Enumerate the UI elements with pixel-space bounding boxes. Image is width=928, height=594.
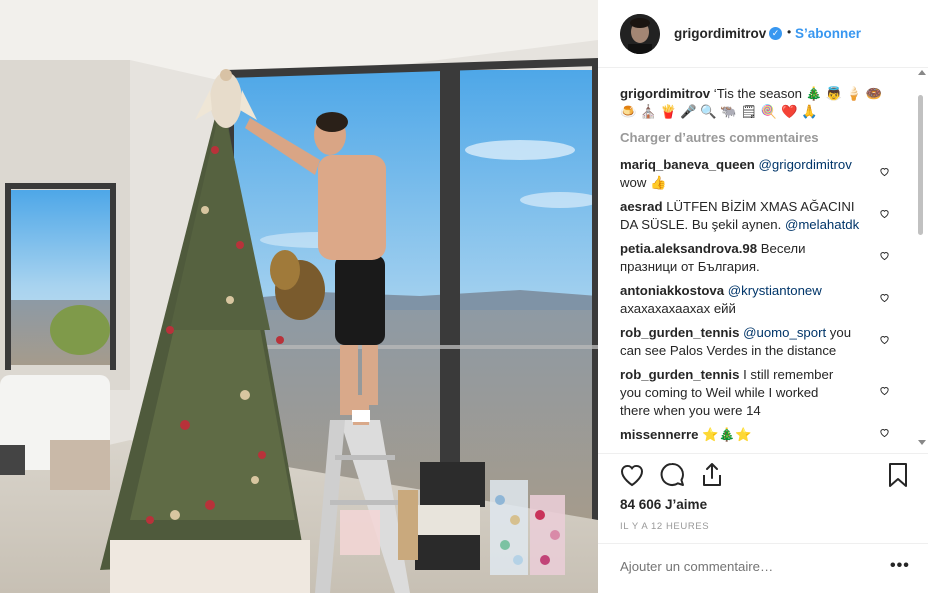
like-comment-heart-icon[interactable] [879, 427, 890, 438]
comment-input[interactable] [620, 559, 860, 574]
like-comment-heart-icon[interactable] [879, 334, 890, 345]
comment: mariq_baneva_queen @grigordimitrov wow 👍 [620, 156, 885, 192]
comment-text: wow 👍 [620, 175, 667, 190]
comment-mention[interactable]: @krystiantonew [728, 283, 822, 298]
like-comment-heart-icon[interactable] [879, 208, 890, 219]
comment-text: I still remember [743, 367, 834, 382]
header-username[interactable]: grigordimitrov [674, 26, 766, 41]
comment-icon[interactable] [658, 461, 686, 489]
post-photo[interactable] [0, 0, 598, 593]
comment-username[interactable]: rob_gurden_tennis [620, 325, 739, 340]
header-separator-dot: • [787, 25, 792, 39]
like-comment-heart-icon[interactable] [879, 166, 890, 177]
caption-username[interactable]: grigordimitrov [620, 86, 710, 101]
more-options-icon[interactable]: ••• [890, 557, 910, 575]
like-count[interactable]: 84 606 J’aime [620, 497, 707, 512]
like-comment-heart-icon[interactable] [879, 385, 890, 396]
comment: petia.aleksandrova.98 Весели празници от… [620, 240, 885, 276]
comment-mention[interactable]: @melahatdk [785, 217, 859, 232]
comment: antoniakkostova @krystiantonew ахахахаха… [620, 282, 885, 318]
load-more-comments-button[interactable]: Charger d’autres commentaires [620, 130, 819, 145]
comment-username[interactable]: missennerre [620, 427, 698, 442]
follow-button[interactable]: S’abonner [795, 26, 861, 41]
comment-username[interactable]: aesrad [620, 199, 663, 214]
comment-text: DA SÜSLE. Bu şekil aynen. [620, 217, 785, 232]
scroll-down-arrow[interactable] [918, 440, 926, 445]
like-comment-heart-icon[interactable] [879, 292, 890, 303]
comment: aesrad LÜTFEN BİZİM XMAS AĞACINI DA SÜSL… [620, 198, 885, 234]
post-timestamp[interactable]: IL Y A 12 HEURES [620, 521, 709, 532]
comment-text: ⭐🎄⭐ [702, 427, 752, 442]
post-header: grigordimitrov ✓ • S’abonner [598, 0, 928, 68]
comment-username[interactable]: mariq_baneva_queen [620, 157, 755, 172]
comment-text: празници от България. [620, 259, 760, 274]
comment-text: ахахахахаахах ейй [620, 301, 736, 316]
comment-username[interactable]: antoniakkostova [620, 283, 724, 298]
scroll-up-arrow[interactable] [918, 70, 926, 75]
heart-icon[interactable] [618, 461, 646, 489]
bookmark-icon[interactable] [884, 461, 912, 489]
comments-list[interactable]: grigordimitrov ‘Tis the season 🎄 👼 🍦 🍩 🍮… [598, 68, 928, 453]
comment-text: Весели [760, 241, 806, 256]
add-comment-bar: ••• [598, 543, 928, 594]
like-comment-heart-icon[interactable] [879, 250, 890, 261]
comment-username[interactable]: rob_gurden_tennis [620, 367, 739, 382]
comment: rob_gurden_tennis @uomo_sport you can se… [620, 324, 885, 360]
comment-text: can see Palos Verdes in the distance [620, 343, 837, 358]
caption: grigordimitrov ‘Tis the season 🎄 👼 🍦 🍩 🍮… [620, 85, 885, 121]
comment-mention[interactable]: @uomo_sport [743, 325, 826, 340]
comments-scrollbar[interactable] [918, 95, 923, 235]
post-side-panel: grigordimitrov ✓ • S’abonner grigordimit… [598, 0, 928, 593]
avatar[interactable] [620, 14, 660, 54]
verified-icon: ✓ [769, 27, 782, 40]
comment-text: LÜTFEN BİZİM XMAS AĞACINI [666, 199, 855, 214]
caption-text-line2: 🍮 ⛪ 🍟 🎤 🔍 🐃 🗒 🍭 ❤️ 🙏 [620, 104, 818, 119]
comment-mention[interactable]: @grigordimitrov [759, 157, 852, 172]
comment-username[interactable]: petia.aleksandrova.98 [620, 241, 757, 256]
comment-text: you [826, 325, 852, 340]
comment-text: you coming to Weil while I worked [620, 385, 819, 400]
comment-text: there when you were 14 [620, 403, 761, 418]
post-actions: 84 606 J’aime IL Y A 12 HEURES [598, 453, 928, 554]
caption-text: ‘Tis the season 🎄 👼 🍦 🍩 [713, 86, 883, 101]
comment: missennerre ⭐🎄⭐ [620, 426, 885, 444]
share-icon[interactable] [698, 461, 726, 489]
comment: rob_gurden_tennis I still remember you c… [620, 366, 885, 420]
